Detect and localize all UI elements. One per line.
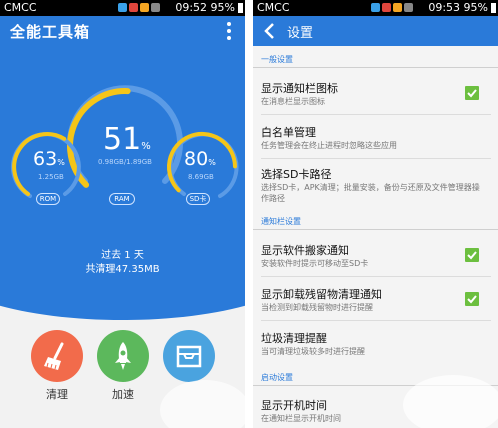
setting-title: 显示卸载残留物清理通知	[261, 288, 382, 301]
ram-percent: 51%	[103, 122, 151, 157]
summary-period: 过去 1 天	[101, 250, 144, 261]
box-icon	[176, 345, 202, 368]
battery-icon	[491, 3, 496, 13]
carrier-text: CMCC	[4, 1, 37, 14]
clock-battery-text: 09:53 95%	[428, 1, 488, 14]
clock-battery-text: 09:52 95%	[175, 1, 235, 14]
summary-cleaned: 共清理47.35MB	[85, 264, 160, 275]
toolbox-button[interactable]	[163, 330, 215, 382]
broom-icon	[44, 342, 64, 370]
notification-icons	[371, 3, 413, 12]
clean-button[interactable]	[31, 330, 83, 382]
watermark-blob	[160, 380, 245, 428]
carrier-text: CMCC	[257, 1, 290, 14]
check-icon	[467, 295, 477, 304]
check-icon	[467, 89, 477, 98]
notif-icon	[404, 3, 413, 12]
screen-divider	[245, 0, 253, 428]
notification-icons	[118, 3, 160, 12]
checkbox-checked[interactable]	[465, 248, 479, 262]
setting-title: 显示软件搬家通知	[261, 244, 349, 257]
sd-percent-value: 80	[184, 148, 209, 170]
setting-title: 垃圾清理提醒	[261, 332, 327, 345]
battery-icon	[238, 3, 243, 13]
setting-subtitle: 选择SD卡，APK清理；批量安装，备份与还原及文件管理器操作路径	[261, 183, 480, 203]
ram-label: RAM	[109, 193, 135, 205]
rom-percent: 63%	[33, 148, 65, 170]
rom-percent-unit: %	[57, 158, 65, 167]
check-icon	[467, 251, 477, 260]
clean-label: 清理	[46, 388, 68, 401]
section-header-startup: 启动设置	[261, 373, 293, 382]
section-header-notification: 通知栏设置	[261, 217, 301, 226]
section-divider	[253, 229, 498, 230]
notif-icon	[118, 3, 127, 12]
notif-icon	[129, 3, 138, 12]
settings-title: 设置	[287, 26, 314, 41]
section-divider	[253, 67, 498, 68]
sd-percent: 80%	[184, 148, 216, 170]
notif-icon	[151, 3, 160, 12]
ram-percent-value: 51	[103, 122, 142, 157]
row-divider	[261, 114, 491, 115]
notif-icon	[393, 3, 402, 12]
checkbox-checked[interactable]	[465, 86, 479, 100]
setting-subtitle: 当可清理垃圾较多时进行提醒	[261, 347, 365, 356]
ram-percent-unit: %	[141, 141, 151, 152]
sd-detail: 8.69GB	[188, 173, 214, 181]
setting-title: 白名单管理	[261, 126, 316, 139]
gauges-graphic	[10, 85, 239, 198]
setting-title: 选择SD卡路径	[261, 168, 332, 181]
back-arrow-icon[interactable]	[263, 23, 275, 39]
row-divider	[261, 320, 491, 321]
setting-title: 显示通知栏图标	[261, 82, 338, 95]
boost-label: 加速	[112, 388, 134, 401]
checkbox-checked[interactable]	[465, 292, 479, 306]
notif-icon	[371, 3, 380, 12]
status-bar: CMCC 09:52 95%	[0, 0, 245, 16]
row-divider	[261, 158, 491, 159]
settings-screen: CMCC 09:53 95% 设置 一般设置 显示通知栏图标 在消息栏显示图标 …	[253, 0, 498, 428]
notif-icon	[140, 3, 149, 12]
boost-button[interactable]	[97, 330, 149, 382]
rocket-icon	[115, 342, 131, 370]
section-header-general: 一般设置	[261, 55, 293, 64]
rom-detail: 1.25GB	[38, 173, 64, 181]
sd-percent-unit: %	[208, 158, 216, 167]
status-bar: CMCC 09:53 95%	[253, 0, 498, 16]
watermark-blob	[403, 375, 498, 428]
rom-label: ROM	[36, 193, 60, 205]
rom-percent-value: 63	[33, 148, 58, 170]
ram-detail: 0.98GB/1.89GB	[98, 158, 152, 166]
setting-subtitle: 任务管理会在终止进程时忽略这些应用	[261, 141, 397, 150]
toolbox-screen: CMCC 09:52 95% 全能工具箱 51% 0.98GB/1.89GB R…	[0, 0, 245, 428]
notif-icon	[382, 3, 391, 12]
row-divider	[261, 276, 491, 277]
setting-subtitle: 当检测到卸载残留物时进行提醒	[261, 303, 373, 312]
sd-label: SD卡	[186, 193, 210, 205]
setting-subtitle: 在消息栏显示图标	[261, 97, 325, 106]
setting-subtitle: 安装软件时提示可移动至SD卡	[261, 259, 369, 268]
setting-title: 显示开机时间	[261, 399, 327, 412]
